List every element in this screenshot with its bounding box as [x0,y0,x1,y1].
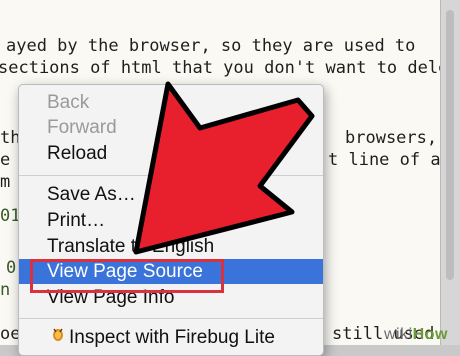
annotation-arrow-icon [133,81,315,255]
watermark-prefix: wiki [384,326,413,343]
watermark-suffix: How [412,326,448,343]
wikihow-watermark: wikiHow [384,326,448,344]
